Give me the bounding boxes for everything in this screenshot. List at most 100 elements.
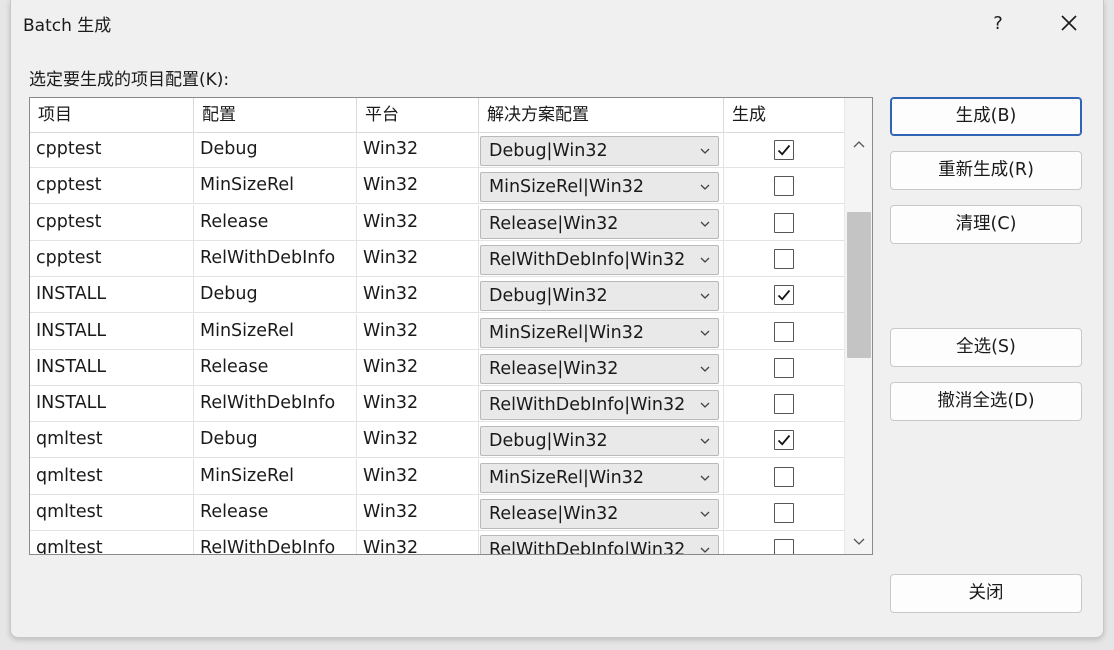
cell-project: qmltest [30, 531, 194, 554]
chevron-down-icon [700, 366, 710, 372]
cell-config: Release [194, 349, 357, 386]
chevron-down-icon [700, 438, 710, 445]
cell-project: cpptest [30, 168, 194, 205]
solution-config-dropdown[interactable]: RelWithDebInfo|Win32 [480, 390, 719, 421]
select-all-button[interactable]: 全选(S) [890, 328, 1082, 367]
cell-config: MinSizeRel [194, 168, 357, 205]
cell-project: qmltest [30, 458, 194, 495]
cell-config: RelWithDebInfo [194, 240, 357, 277]
close-window-button[interactable] [1047, 4, 1091, 42]
cell-config: Release [194, 204, 357, 241]
cell-config: RelWithDebInfo [194, 386, 357, 423]
dropdown-value: Release|Win32 [489, 213, 619, 234]
project-config-grid[interactable]: 项目 配置 平台 解决方案配置 生成 cpptest Debug Win32 Debu… [29, 97, 873, 555]
grid-header: 项目 配置 平台 解决方案配置 生成 [30, 98, 844, 133]
build-checkbox[interactable] [774, 321, 794, 342]
close-icon [1061, 15, 1077, 31]
cell-config: Debug [194, 277, 357, 314]
chevron-down-icon [700, 148, 710, 154]
dialog-title: Batch 生成 [23, 16, 112, 36]
solution-config-dropdown[interactable]: Release|Win32 [480, 353, 719, 384]
dropdown-value: MinSizeRel|Win32 [489, 467, 645, 488]
solution-config-dropdown[interactable]: Release|Win32 [480, 208, 719, 239]
cell-project: INSTALL [30, 277, 194, 314]
solution-config-dropdown[interactable]: Debug|Win32 [480, 426, 719, 457]
dropdown-value: Debug|Win32 [489, 286, 608, 307]
scrollbar-thumb[interactable] [847, 212, 871, 358]
cell-config: RelWithDebInfo [194, 531, 357, 554]
build-checkbox[interactable] [774, 140, 794, 160]
project-config-list-label: 选定要生成的项目配置(K): [29, 70, 230, 90]
build-checkbox[interactable] [774, 394, 794, 415]
table-row[interactable]: qmltest Release Win32 Release|Win32 [30, 495, 844, 531]
chevron-down-icon [700, 511, 710, 517]
chevron-down-icon [700, 221, 710, 227]
cell-platform: Win32 [357, 204, 479, 241]
table-row[interactable]: INSTALL RelWithDebInfo Win32 RelWithDebInfo… [30, 386, 844, 423]
solution-config-dropdown[interactable]: Debug|Win32 [480, 281, 719, 312]
solution-config-dropdown[interactable]: MinSizeRel|Win32 [480, 172, 719, 203]
close-button[interactable]: 关闭 [890, 574, 1082, 613]
solution-config-dropdown[interactable]: MinSizeRel|Win32 [480, 317, 719, 348]
build-checkbox[interactable] [774, 176, 794, 197]
cell-platform: Win32 [357, 277, 479, 314]
build-checkbox[interactable] [774, 212, 794, 233]
chevron-down-icon [700, 402, 710, 409]
chevron-down-icon [700, 547, 710, 554]
table-row[interactable]: cpptest RelWithDebInfo Win32 RelWithDebInfo… [30, 240, 844, 277]
solution-config-dropdown[interactable]: MinSizeRel|Win32 [480, 462, 719, 493]
vertical-scrollbar[interactable] [844, 98, 872, 554]
table-row[interactable]: INSTALL MinSizeRel Win32 MinSizeRel|Win32 [30, 313, 844, 350]
cell-config: Debug [194, 132, 357, 168]
cell-config: Debug [194, 422, 357, 459]
cell-config: MinSizeRel [194, 313, 357, 350]
dropdown-value: MinSizeRel|Win32 [489, 177, 645, 198]
table-row[interactable]: cpptest MinSizeRel Win32 MinSizeRel|Win32 [30, 168, 844, 205]
chevron-down-icon [700, 330, 710, 336]
table-row[interactable]: cpptest Release Win32 Release|Win32 [30, 204, 844, 241]
chevron-down-icon [700, 293, 710, 300]
table-row[interactable]: qmltest RelWithDebInfo Win32 RelWithDebInfo… [30, 531, 844, 554]
cell-platform: Win32 [357, 422, 479, 459]
build-button[interactable]: 生成(B) [890, 97, 1082, 136]
cell-platform: Win32 [357, 386, 479, 423]
title-bar: Batch 生成 ? [11, 0, 1103, 46]
solution-config-dropdown[interactable]: Release|Win32 [480, 499, 719, 529]
table-row[interactable]: INSTALL Release Win32 Release|Win32 [30, 349, 844, 386]
cell-platform: Win32 [357, 313, 479, 350]
solution-config-dropdown[interactable]: Debug|Win32 [480, 136, 719, 166]
chevron-down-icon [700, 257, 710, 263]
build-checkbox[interactable] [774, 248, 794, 269]
column-header-solution-config[interactable]: 解决方案配置 [479, 98, 724, 132]
build-checkbox[interactable] [774, 285, 794, 306]
build-checkbox[interactable] [774, 466, 794, 487]
table-row[interactable]: qmltest MinSizeRel Win32 MinSizeRel|Win32 [30, 458, 844, 495]
cell-platform: Win32 [357, 240, 479, 277]
deselect-all-button[interactable]: 撤消全选(D) [890, 382, 1082, 421]
column-header-project[interactable]: 项目 [30, 98, 194, 132]
build-checkbox[interactable] [774, 539, 794, 554]
cell-project: qmltest [30, 495, 194, 531]
table-row[interactable]: qmltest Debug Win32 Debug|Win32 [30, 422, 844, 459]
rebuild-button[interactable]: 重新生成(R) [890, 151, 1082, 190]
dropdown-value: Release|Win32 [489, 504, 619, 524]
build-checkbox[interactable] [774, 357, 794, 378]
checkmark-icon [777, 290, 791, 301]
cell-platform: Win32 [357, 495, 479, 531]
help-button[interactable]: ? [979, 4, 1017, 42]
scroll-down-icon[interactable] [853, 538, 865, 546]
table-row[interactable]: INSTALL Debug Win32 Debug|Win32 [30, 277, 844, 314]
dropdown-value: Debug|Win32 [489, 431, 608, 452]
cell-project: INSTALL [30, 313, 194, 350]
column-header-build[interactable]: 生成 [724, 98, 844, 132]
build-checkbox[interactable] [774, 430, 794, 451]
table-row[interactable]: cpptest Debug Win32 Debug|Win32 [30, 132, 844, 168]
scroll-up-icon[interactable] [853, 140, 865, 148]
cell-platform: Win32 [357, 531, 479, 554]
column-header-platform[interactable]: 平台 [357, 98, 479, 132]
build-checkbox[interactable] [774, 503, 794, 523]
solution-config-dropdown[interactable]: RelWithDebInfo|Win32 [480, 535, 719, 554]
clean-button[interactable]: 清理(C) [890, 205, 1082, 244]
solution-config-dropdown[interactable]: RelWithDebInfo|Win32 [480, 244, 719, 275]
column-header-config[interactable]: 配置 [194, 98, 357, 132]
